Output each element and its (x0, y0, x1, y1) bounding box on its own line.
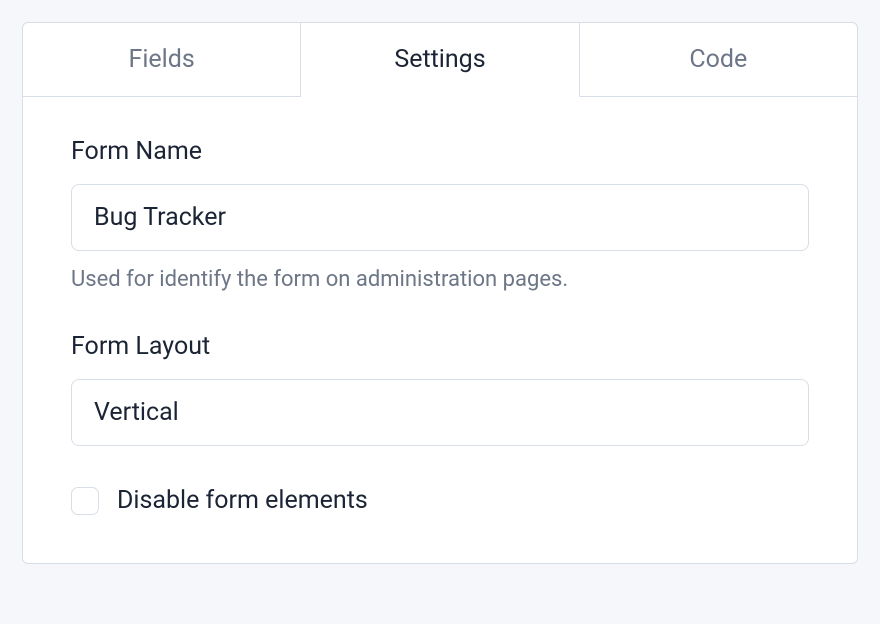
form-layout-group: Form Layout (71, 332, 809, 446)
form-config-panel: Fields Settings Code Form Name Used for … (22, 22, 858, 564)
form-name-help: Used for identify the form on administra… (71, 267, 809, 292)
form-layout-label: Form Layout (71, 332, 809, 361)
form-name-label: Form Name (71, 137, 809, 166)
tab-settings[interactable]: Settings (301, 22, 579, 97)
tabs-nav: Fields Settings Code (22, 22, 858, 97)
form-name-group: Form Name Used for identify the form on … (71, 137, 809, 292)
disable-elements-checkbox[interactable] (71, 487, 99, 515)
disable-elements-row: Disable form elements (71, 486, 809, 515)
disable-elements-label[interactable]: Disable form elements (117, 486, 368, 515)
form-name-input[interactable] (71, 184, 809, 251)
disable-elements-group: Disable form elements (71, 486, 809, 515)
tab-content-settings: Form Name Used for identify the form on … (22, 97, 858, 564)
tab-fields[interactable]: Fields (22, 22, 301, 97)
form-layout-select-wrapper (71, 379, 809, 446)
form-layout-select[interactable] (71, 379, 809, 446)
tab-code[interactable]: Code (580, 22, 858, 97)
